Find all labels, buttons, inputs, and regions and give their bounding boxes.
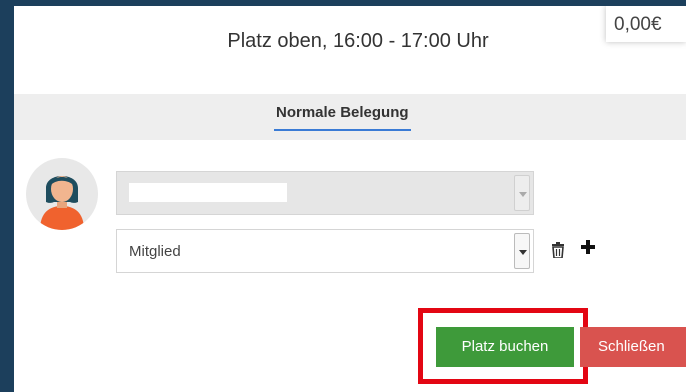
female-avatar-icon <box>26 158 98 230</box>
trash-icon[interactable] <box>551 242 565 259</box>
chevron-down-icon <box>514 175 530 211</box>
dialog-title: Platz oben, 16:00 - 17:00 Uhr <box>227 30 489 52</box>
tab-normale-belegung[interactable]: Normale Belegung <box>274 104 411 131</box>
chevron-down-icon[interactable] <box>514 233 530 269</box>
player-name-placeholder <box>129 183 287 202</box>
membership-select[interactable]: Mitglied <box>116 229 534 273</box>
player-select[interactable] <box>116 171 534 215</box>
booking-dialog: 0,00€ Platz oben, 16:00 - 17:00 Uhr Norm… <box>14 6 686 392</box>
plus-icon[interactable] <box>580 239 596 255</box>
tab-bar: Normale Belegung <box>14 94 686 140</box>
close-button[interactable]: Schließen <box>580 327 686 367</box>
membership-select-value: Mitglied <box>129 243 181 260</box>
book-court-button[interactable]: Platz buchen <box>436 327 574 367</box>
